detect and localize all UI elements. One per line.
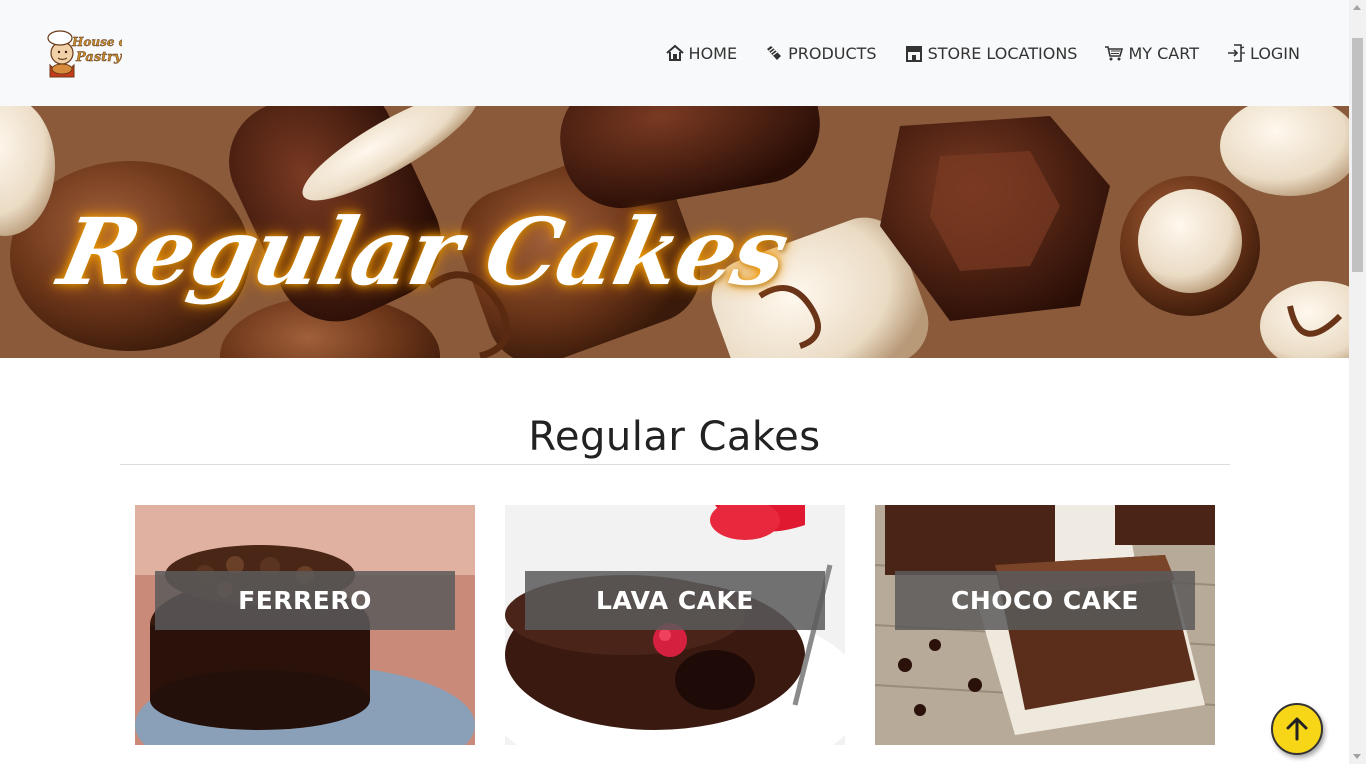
svg-text:House of: House of (71, 35, 122, 49)
card-label: FERRERO (155, 571, 455, 630)
nav-products-label: PRODUCTS (788, 43, 877, 63)
svg-text:Pastry: Pastry (75, 50, 122, 65)
nav-login-label: LOGIN (1249, 43, 1300, 63)
navbar: House of Pastry HOME PRODUCTS STORE LOCA… (0, 0, 1349, 106)
product-card-lava-cake[interactable]: LAVA CAKE (505, 505, 845, 745)
page-scrollbar[interactable] (1349, 0, 1366, 764)
home-icon (665, 44, 684, 61)
back-to-top-button[interactable] (1271, 703, 1323, 755)
nav-cart-link[interactable]: MY CART (1104, 43, 1199, 63)
page-title: Regular Cakes (528, 414, 821, 460)
nav-store-locations-label: STORE LOCATIONS (927, 43, 1078, 63)
login-icon (1227, 44, 1245, 62)
product-card-ferrero[interactable]: FERRERO (135, 505, 475, 745)
brand-logo[interactable]: House of Pastry (40, 27, 134, 82)
nav-login-link[interactable]: LOGIN (1226, 43, 1300, 63)
section-divider (120, 464, 1230, 465)
arrow-up-icon (1286, 717, 1308, 741)
cart-icon (1105, 46, 1124, 61)
card-label: CHOCO CAKE (895, 571, 1195, 630)
scroll-thumb[interactable] (1352, 38, 1363, 272)
main-nav: HOME PRODUCTS STORE LOCATIONS MY CART LO… (638, 40, 1300, 66)
scroll-down-arrow[interactable] (1353, 754, 1361, 759)
pastry-icon (767, 46, 782, 60)
nav-home-link[interactable]: HOME (665, 43, 738, 63)
scroll-up-arrow[interactable] (1353, 5, 1361, 10)
nav-cart-label: MY CART (1128, 43, 1199, 63)
nav-products-link[interactable]: PRODUCTS (764, 43, 877, 63)
product-card-choco-cake[interactable]: CHOCO CAKE (875, 505, 1215, 745)
nav-store-locations-link[interactable]: STORE LOCATIONS (904, 43, 1078, 63)
store-icon (905, 46, 922, 62)
nav-home-label: HOME (688, 43, 738, 63)
banner-title: Regular Cakes (50, 198, 796, 306)
card-label: LAVA CAKE (525, 571, 825, 630)
hero-banner: Regular Cakes (0, 106, 1349, 358)
